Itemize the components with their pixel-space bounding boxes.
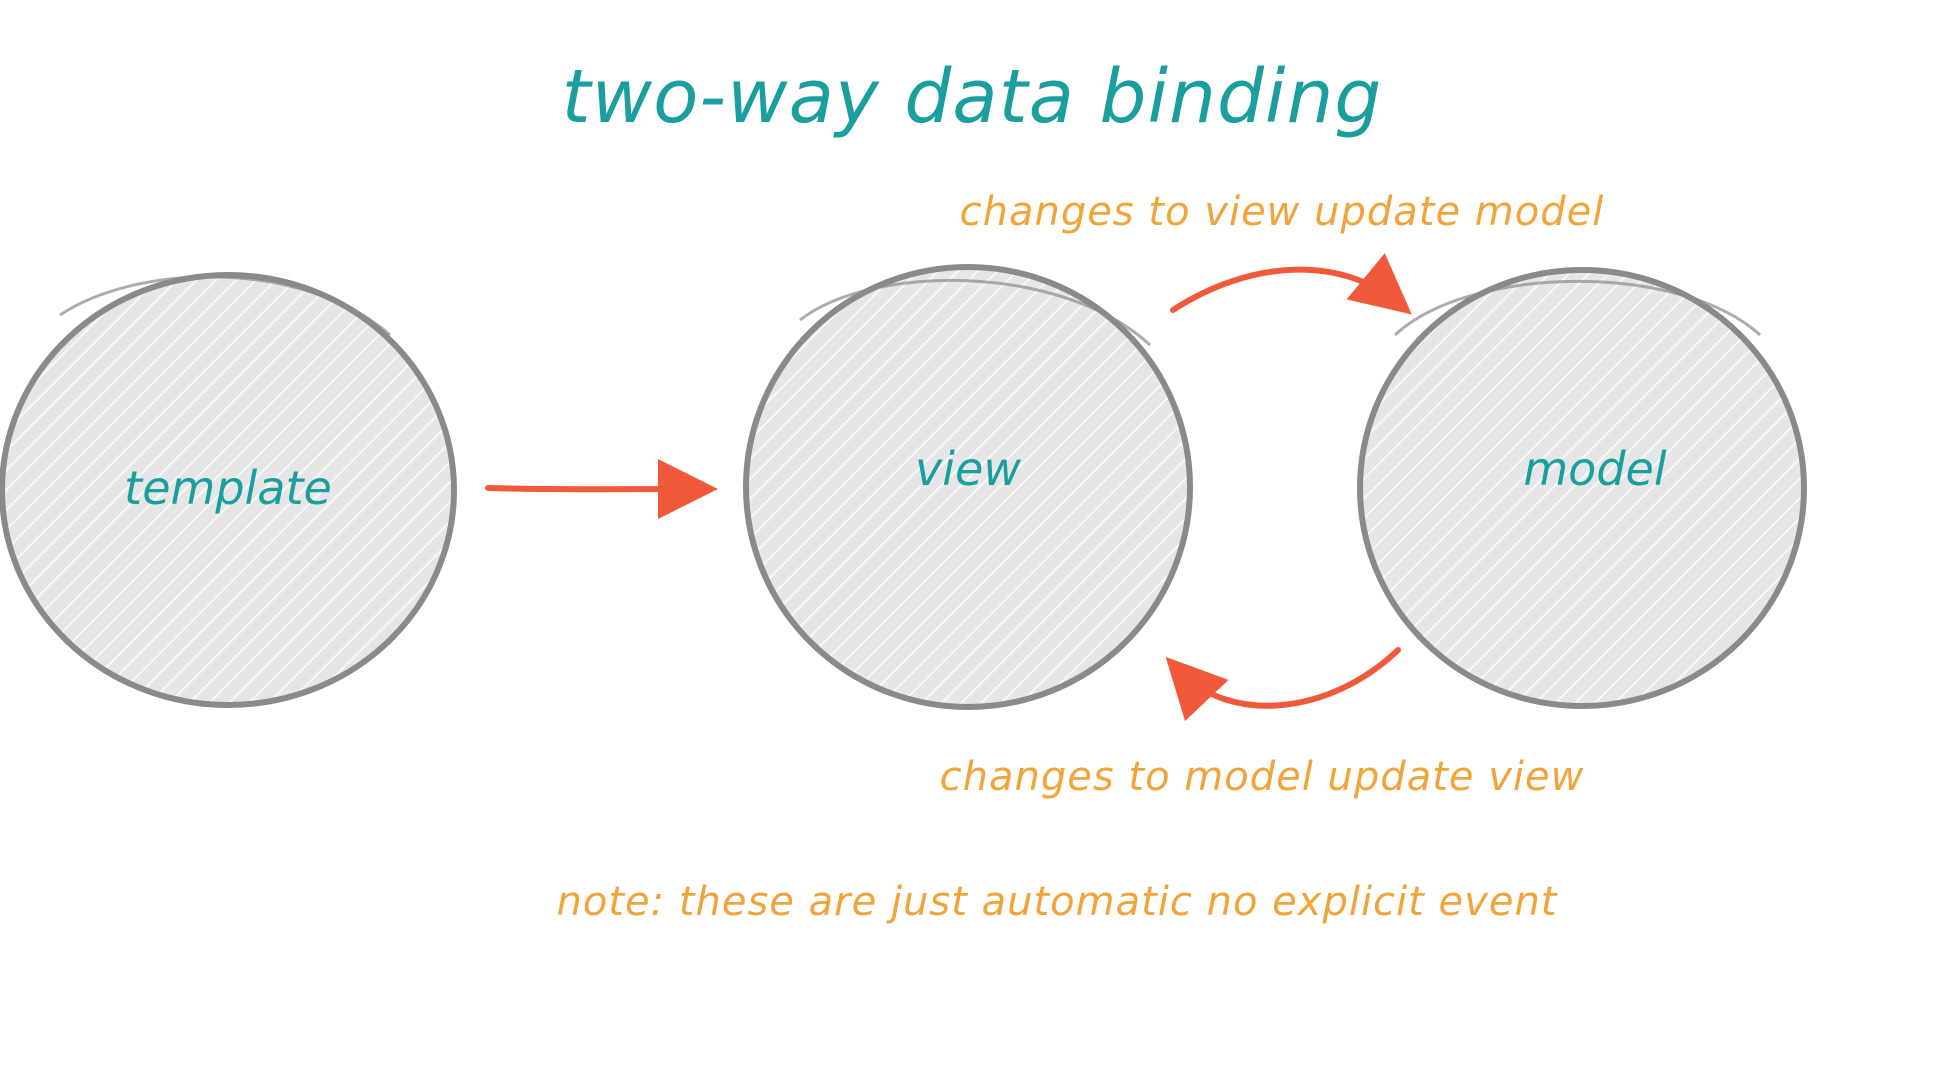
view-to-model-arrow [1170,253,1412,315]
view-to-model-annotation: changes to view update model [960,189,1605,235]
model-to-view-annotation: changes to model update view [940,754,1585,800]
template-to-view-arrow [485,459,718,520]
data-binding-diagram: two-way data binding template view model… [0,54,1807,925]
template-label: template [124,461,332,515]
model-to-view-arrow [1165,647,1401,722]
note-annotation: note: these are just automatic no explic… [557,879,1558,925]
diagram-title: two-way data binding [562,54,1383,140]
model-node: model [1357,267,1807,709]
model-label: model [1523,442,1666,496]
template-node: template [0,272,457,708]
view-node: view [743,264,1193,710]
view-label: view [915,442,1021,496]
